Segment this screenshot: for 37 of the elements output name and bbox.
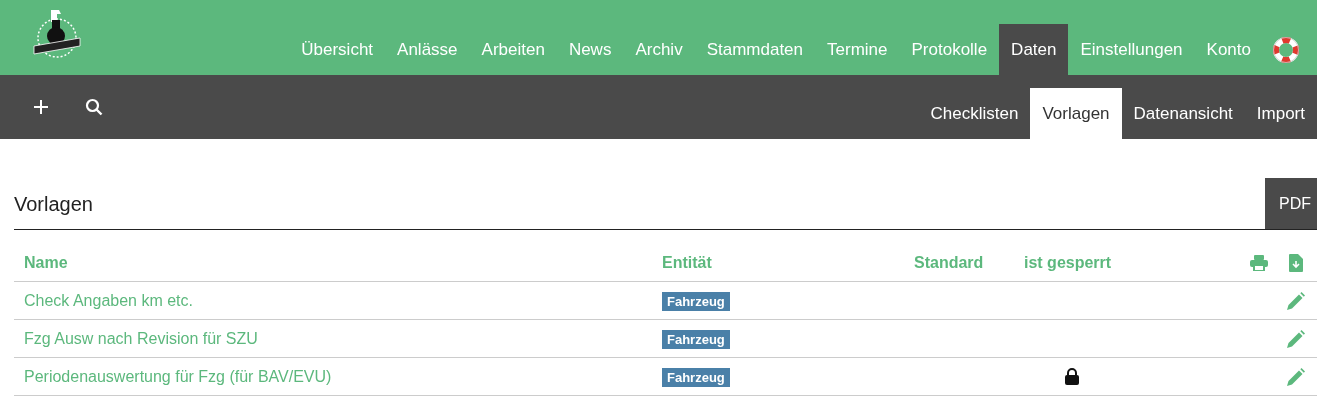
locomotive-logo[interactable] xyxy=(33,7,81,60)
sub-tab[interactable]: Checklisten xyxy=(918,88,1031,139)
lifebuoy-icon[interactable] xyxy=(1273,36,1299,63)
nav-tab[interactable]: Termine xyxy=(815,24,900,75)
nav-tab[interactable]: Übersicht xyxy=(289,24,386,75)
template-link[interactable]: Periodenauswertung für Fzg (für BAV/EVU) xyxy=(24,367,332,385)
nav-tab[interactable]: Einstellungen xyxy=(1068,24,1195,75)
search-icon[interactable] xyxy=(85,98,103,116)
file-download-icon[interactable] xyxy=(1288,254,1303,272)
print-icon[interactable] xyxy=(1250,255,1268,271)
nav-tab[interactable]: Protokolle xyxy=(899,24,1000,75)
edit-pencil-icon[interactable] xyxy=(1286,329,1305,348)
lock-icon xyxy=(1064,368,1080,385)
nav-tab[interactable]: Anlässe xyxy=(385,24,470,75)
column-header: Name xyxy=(24,254,68,271)
add-icon[interactable] xyxy=(33,99,49,115)
sub-tab[interactable]: Vorlagen xyxy=(1030,88,1122,139)
sub-tab[interactable]: Import xyxy=(1244,88,1317,139)
pdf-button[interactable]: PDF xyxy=(1265,178,1317,229)
column-header: ist gesperrt xyxy=(1024,254,1112,271)
nav-tab[interactable]: Arbeiten xyxy=(469,24,557,75)
nav-tab[interactable]: News xyxy=(556,24,624,75)
column-header: Entität xyxy=(662,254,712,271)
template-link[interactable]: Fzg Ausw nach Revision für SZU xyxy=(24,329,258,347)
template-link[interactable]: Check Angaben km etc. xyxy=(24,291,193,309)
edit-pencil-icon[interactable] xyxy=(1286,367,1305,386)
sub-tab[interactable]: Datenansicht xyxy=(1121,88,1245,139)
entity-tag: Fahrzeug xyxy=(662,291,730,311)
nav-tab[interactable]: Konto xyxy=(1194,24,1263,75)
nav-tab[interactable]: Archiv xyxy=(623,24,695,75)
nav-tab[interactable]: Stammdaten xyxy=(694,24,816,75)
edit-pencil-icon[interactable] xyxy=(1286,291,1305,310)
entity-tag: Fahrzeug xyxy=(662,367,730,387)
column-header: Standard xyxy=(914,254,984,271)
section-title: Vorlagen xyxy=(14,191,93,217)
entity-tag: Fahrzeug xyxy=(662,329,730,349)
nav-tab[interactable]: Daten xyxy=(999,24,1069,75)
